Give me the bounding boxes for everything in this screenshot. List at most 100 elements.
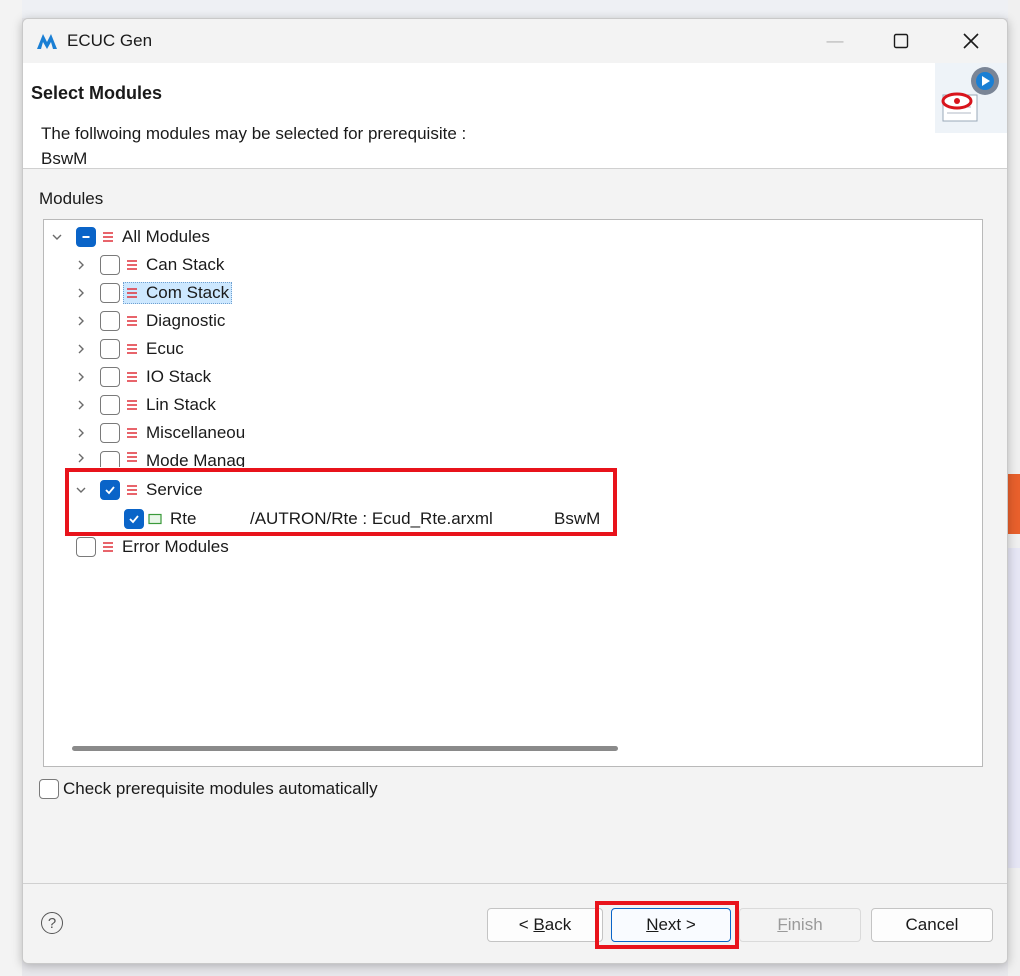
chevron-right-icon[interactable]	[74, 286, 88, 300]
finish-button[interactable]: Finish	[739, 908, 861, 942]
chevron-right-icon[interactable]	[74, 258, 88, 272]
error-modules-checkbox[interactable]	[76, 537, 96, 557]
ecuc-gen-dialog: ECUC Gen — Select Modules The follwoing …	[22, 18, 1008, 964]
next-button[interactable]: Next >	[611, 908, 731, 942]
tree-label: Ecuc	[146, 339, 184, 358]
finish-mnemonic: F	[777, 915, 788, 934]
chevron-right-icon[interactable]	[74, 314, 88, 328]
help-icon[interactable]: ?	[41, 912, 63, 934]
next-rest: ext >	[658, 915, 696, 934]
modules-label: Modules	[39, 189, 104, 208]
maximize-icon	[893, 33, 909, 49]
background-app-right	[1008, 0, 1020, 976]
miscellaneous-checkbox[interactable]	[100, 423, 120, 443]
module-list-icon	[103, 542, 113, 552]
tree-row-com-stack[interactable]: Com Stack	[74, 279, 233, 307]
tree-row-error-modules[interactable]: Error Modules	[76, 533, 229, 561]
tree-label: Can Stack	[146, 255, 225, 274]
tree-label: Lin Stack	[146, 395, 216, 414]
com-stack-checkbox[interactable]	[100, 283, 120, 303]
io-stack-checkbox[interactable]	[100, 367, 120, 387]
wizard-footer: ? < Back Next > Finish Cancel	[23, 883, 1007, 963]
tree-row-diagnostic[interactable]: Diagnostic	[74, 307, 225, 335]
module-list-icon	[127, 260, 137, 270]
module-list-icon	[127, 452, 137, 462]
cancel-button[interactable]: Cancel	[871, 908, 993, 942]
description-line-2: BswM	[41, 149, 88, 168]
diagnostic-checkbox[interactable]	[100, 311, 120, 331]
back-prefix: <	[518, 915, 534, 934]
auto-check-option[interactable]: Check prerequisite modules automatically	[39, 779, 378, 799]
tree-row-rte[interactable]: Rte /AUTRON/Rte : Ecud_Rte.arxml BswM	[124, 505, 600, 533]
tree-label: Com Stack	[146, 283, 230, 302]
horizontal-scrollbar[interactable]	[72, 746, 618, 751]
cancel-label: Cancel	[905, 915, 959, 934]
rte-checkbox[interactable]	[124, 509, 144, 529]
tree-row-mode-management[interactable]: Mode Management	[74, 447, 246, 467]
tree-label: IO Stack	[146, 367, 212, 386]
ecuc-checkbox[interactable]	[100, 339, 120, 359]
arxml-file-icon	[148, 513, 162, 525]
tree-label: Error Modules	[122, 537, 229, 556]
chevron-down-icon[interactable]	[74, 483, 88, 497]
chevron-right-icon[interactable]	[74, 370, 88, 384]
page-description: The follwoing modules may be selected fo…	[41, 121, 466, 171]
auto-check-checkbox[interactable]	[39, 779, 59, 799]
close-icon	[963, 33, 979, 49]
tree-label: Rte	[170, 509, 197, 528]
minimize-icon: —	[826, 31, 844, 50]
can-stack-checkbox[interactable]	[100, 255, 120, 275]
window-title: ECUC Gen	[67, 31, 153, 50]
tree-row-ecuc[interactable]: Ecuc	[74, 335, 184, 363]
tree-label-selected: Com Stack	[123, 282, 233, 304]
tree-row-service[interactable]: Service	[74, 476, 203, 504]
title-bar: ECUC Gen —	[23, 19, 1007, 63]
close-button[interactable]	[945, 19, 997, 63]
module-list-icon	[127, 344, 137, 354]
page-title: Select Modules	[31, 83, 163, 103]
back-button[interactable]: < Back	[487, 908, 603, 942]
help-glyph: ?	[47, 914, 57, 932]
minimize-button[interactable]: —	[809, 19, 861, 63]
back-mnemonic: B	[533, 915, 545, 934]
next-mnemonic: N	[646, 915, 659, 934]
module-list-icon	[127, 288, 137, 298]
module-list-icon	[127, 372, 137, 382]
tree-label: Miscellaneous	[146, 423, 246, 442]
chevron-right-icon[interactable]	[74, 426, 88, 440]
chevron-right-icon[interactable]	[74, 451, 88, 465]
background-app-top	[22, 0, 1020, 18]
modules-tree[interactable]: All Modules Can Stack Com Stack Diagnost…	[43, 219, 983, 767]
service-checkbox[interactable]	[100, 480, 120, 500]
rte-required-by: BswM	[554, 509, 601, 528]
wizard-banner-icon	[935, 63, 1007, 133]
wizard-header: Select Modules The follwoing modules may…	[23, 63, 1007, 169]
chevron-down-icon[interactable]	[50, 230, 64, 244]
chevron-right-icon[interactable]	[74, 342, 88, 356]
rte-path: /AUTRON/Rte : Ecud_Rte.arxml	[250, 509, 493, 528]
tree-label: Diagnostic	[146, 311, 226, 330]
tree-row-miscellaneous[interactable]: Miscellaneous	[74, 419, 246, 447]
mode-management-checkbox[interactable]	[100, 451, 120, 467]
tree-label: Mode Management	[146, 451, 246, 467]
tree-row-lin-stack[interactable]: Lin Stack	[74, 391, 216, 419]
all-modules-checkbox[interactable]	[76, 227, 96, 247]
description-line-1: The follwoing modules may be selected fo…	[41, 124, 467, 143]
background-app-left	[0, 0, 22, 976]
auto-check-label: Check prerequisite modules automatically	[63, 779, 378, 798]
tree-row-io-stack[interactable]: IO Stack	[74, 363, 211, 391]
ecuc-logo-icon	[37, 34, 57, 49]
tree-label: All Modules	[122, 227, 210, 246]
chevron-right-icon[interactable]	[74, 398, 88, 412]
module-list-icon	[127, 316, 137, 326]
module-list-icon	[127, 428, 137, 438]
finish-rest: inish	[787, 915, 823, 934]
tree-row-all-modules[interactable]: All Modules	[50, 223, 210, 251]
maximize-button[interactable]	[875, 19, 927, 63]
module-list-icon	[127, 485, 137, 495]
tree-row-can-stack[interactable]: Can Stack	[74, 251, 224, 279]
module-list-icon	[103, 232, 113, 242]
module-list-icon	[127, 400, 137, 410]
lin-stack-checkbox[interactable]	[100, 395, 120, 415]
tree-label: Service	[146, 480, 203, 499]
